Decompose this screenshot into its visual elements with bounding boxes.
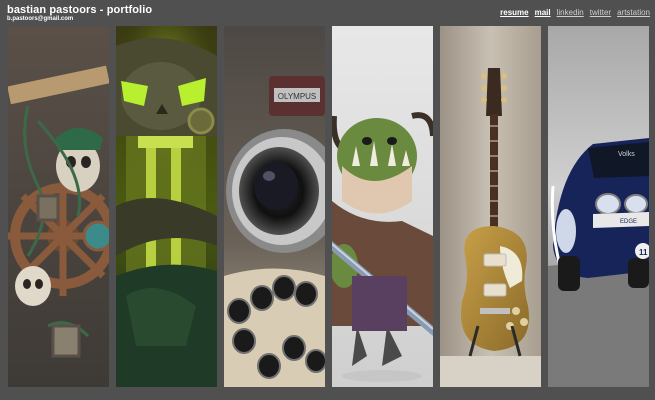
gallery-panel-pirate-wheel[interactable] [8, 26, 109, 387]
nav-resume-link[interactable]: resume [500, 8, 528, 17]
camera-brand-text: OLYMPUS [278, 92, 317, 101]
svg-text:Volks: Volks [618, 151, 635, 158]
guitar-image [440, 26, 541, 387]
camera-image: OLYMPUS [224, 26, 325, 387]
gallery-panel-green-skull[interactable] [116, 26, 217, 387]
contact-email: b.pastoors@gmail.com [7, 16, 74, 22]
svg-text:EDGE: EDGE [620, 219, 637, 225]
orc-warrior-image [332, 26, 433, 387]
site-title: bastian pastoors - portfolio [7, 4, 153, 16]
gallery-panel-camera[interactable]: OLYMPUS [224, 26, 325, 387]
portfolio-gallery: OLYMPUS Volks EDGE 11 [8, 26, 649, 387]
green-skull-image [116, 26, 217, 387]
nav-twitter-link[interactable]: twitter [590, 8, 611, 17]
gallery-panel-rally-car[interactable]: Volks EDGE 11 [548, 26, 649, 387]
pirate-wheel-image [8, 26, 109, 387]
rally-car-image: Volks EDGE 11 [548, 26, 649, 387]
svg-text:11: 11 [639, 248, 648, 257]
nav-mail-link[interactable]: mail [535, 8, 551, 17]
gallery-panel-orc[interactable] [332, 26, 433, 387]
nav-linkedin-link[interactable]: linkedin [557, 8, 584, 17]
site-header: bastian pastoors - portfolio b.pastoors@… [0, 0, 655, 26]
gallery-panel-guitar[interactable] [440, 26, 541, 387]
nav-artstation-link[interactable]: artstation [617, 8, 650, 17]
top-nav: resume mail linkedin twitter artstation [500, 8, 650, 17]
